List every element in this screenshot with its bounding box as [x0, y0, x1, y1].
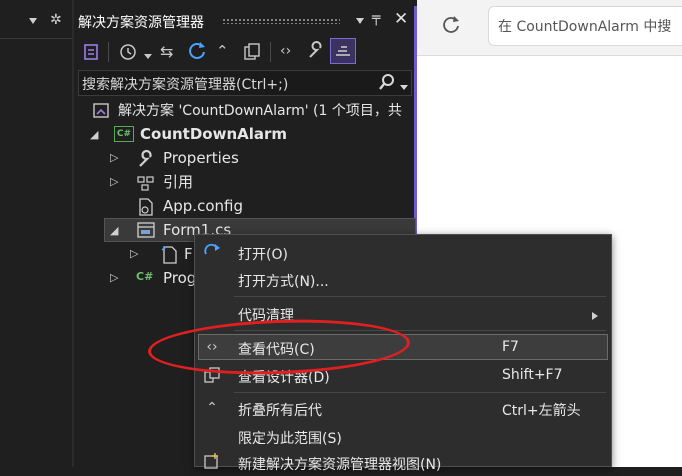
switch-views-icon[interactable] — [82, 42, 100, 66]
menu-separator — [234, 296, 606, 297]
tree-item-references[interactable]: 引用 — [163, 170, 193, 194]
collapsed-arrow-icon[interactable]: ▷ — [130, 247, 138, 260]
submenu-arrow-icon — [591, 309, 599, 325]
collapsed-arrow-icon[interactable]: ▷ — [110, 151, 118, 164]
csharp-project-icon: C# — [114, 126, 134, 142]
tree-item-label: F — [184, 245, 193, 263]
menu-item-new-explorer-view[interactable]: 新建解决方案资源管理器视图(N) — [238, 454, 441, 474]
search-icon[interactable] — [378, 73, 396, 95]
refresh-icon[interactable] — [186, 40, 208, 66]
wrench-icon — [136, 149, 156, 173]
collapse-icon: ⌃ — [206, 400, 218, 416]
tree-item-solution[interactable]: 解决方案 'CountDownAlarm' (1 个项目，共 — [118, 99, 402, 123]
tree-item-properties[interactable]: Properties — [163, 146, 239, 170]
tree-item-label: 解决方案 'CountDownAlarm' (1 个项目，共 — [118, 103, 402, 119]
menu-item-open[interactable]: 打开(O) — [238, 244, 288, 264]
shortcut-collapse-descendants: Ctrl+左箭头 — [502, 403, 581, 419]
open-icon — [202, 242, 222, 262]
preview-selected-items-icon[interactable] — [330, 38, 356, 64]
tree-item-form1-designer[interactable]: F — [184, 242, 193, 266]
wrench-icon[interactable] — [306, 41, 326, 65]
dropdown-arrow-icon[interactable] — [355, 14, 365, 30]
gear-icon[interactable]: ✲ — [50, 12, 62, 28]
new-view-icon — [202, 452, 222, 472]
tree-item-project[interactable]: CountDownAlarm — [140, 122, 287, 146]
menu-item-open-with[interactable]: 打开方式(N)... — [238, 271, 329, 291]
tree-item-label: CountDownAlarm — [140, 125, 288, 143]
toolbar-separator — [108, 42, 109, 62]
pending-changes-filter-icon[interactable] — [118, 42, 138, 66]
shortcut-view-code: F7 — [502, 339, 519, 355]
chevron-down-icon[interactable] — [144, 48, 152, 64]
expanded-arrow-icon[interactable]: ◢ — [110, 224, 118, 237]
sync-icon[interactable]: ⇆ — [160, 42, 173, 61]
tree-item-label: Properties — [163, 149, 239, 167]
refresh-icon[interactable] — [440, 14, 462, 40]
search-options-chevron-icon[interactable] — [400, 80, 408, 96]
menu-item-collapse-descendants[interactable]: 折叠所有后代 — [238, 400, 322, 420]
collapsed-arrow-icon[interactable]: ▷ — [110, 271, 118, 284]
references-icon — [136, 174, 156, 196]
pin-icon[interactable]: ╤ — [372, 10, 380, 26]
title-grip[interactable] — [222, 18, 340, 24]
address-placeholder: 在 CountDownAlarm 中搜 — [498, 19, 672, 35]
shortcut-view-designer: Shift+F7 — [502, 367, 563, 383]
collapsed-arrow-icon[interactable]: ▷ — [110, 175, 118, 188]
tree-item-label: 引用 — [163, 173, 194, 191]
show-all-files-icon[interactable] — [242, 42, 262, 66]
search-placeholder: 搜索解决方案资源管理器(Ctrl+;) — [82, 77, 289, 93]
left-panel-divider — [0, 38, 74, 39]
solution-icon — [92, 102, 110, 124]
left-panel — [0, 0, 74, 467]
tree-item-label: App.config — [163, 197, 243, 215]
menu-item-scope-to-this[interactable]: 限定为此范围(S) — [238, 428, 342, 448]
tree-item-label: Prog — [163, 269, 197, 287]
menu-separator — [234, 392, 606, 393]
csharp-file-icon: C# — [136, 270, 154, 283]
form-icon — [136, 221, 156, 243]
solution-explorer-title: 解决方案资源管理器 — [78, 15, 204, 31]
collapse-all-icon[interactable]: ⌃ — [216, 42, 229, 60]
code-view-icon[interactable]: ‹› — [280, 43, 291, 59]
toolbar-separator — [270, 42, 271, 62]
tree-item-app-config[interactable]: App.config — [163, 194, 243, 218]
expanded-arrow-icon[interactable]: ◢ — [90, 128, 98, 141]
triangle-down-icon[interactable] — [28, 14, 38, 24]
close-icon[interactable]: ✕ — [394, 9, 408, 29]
tree-item-program[interactable]: Prog — [163, 266, 196, 290]
